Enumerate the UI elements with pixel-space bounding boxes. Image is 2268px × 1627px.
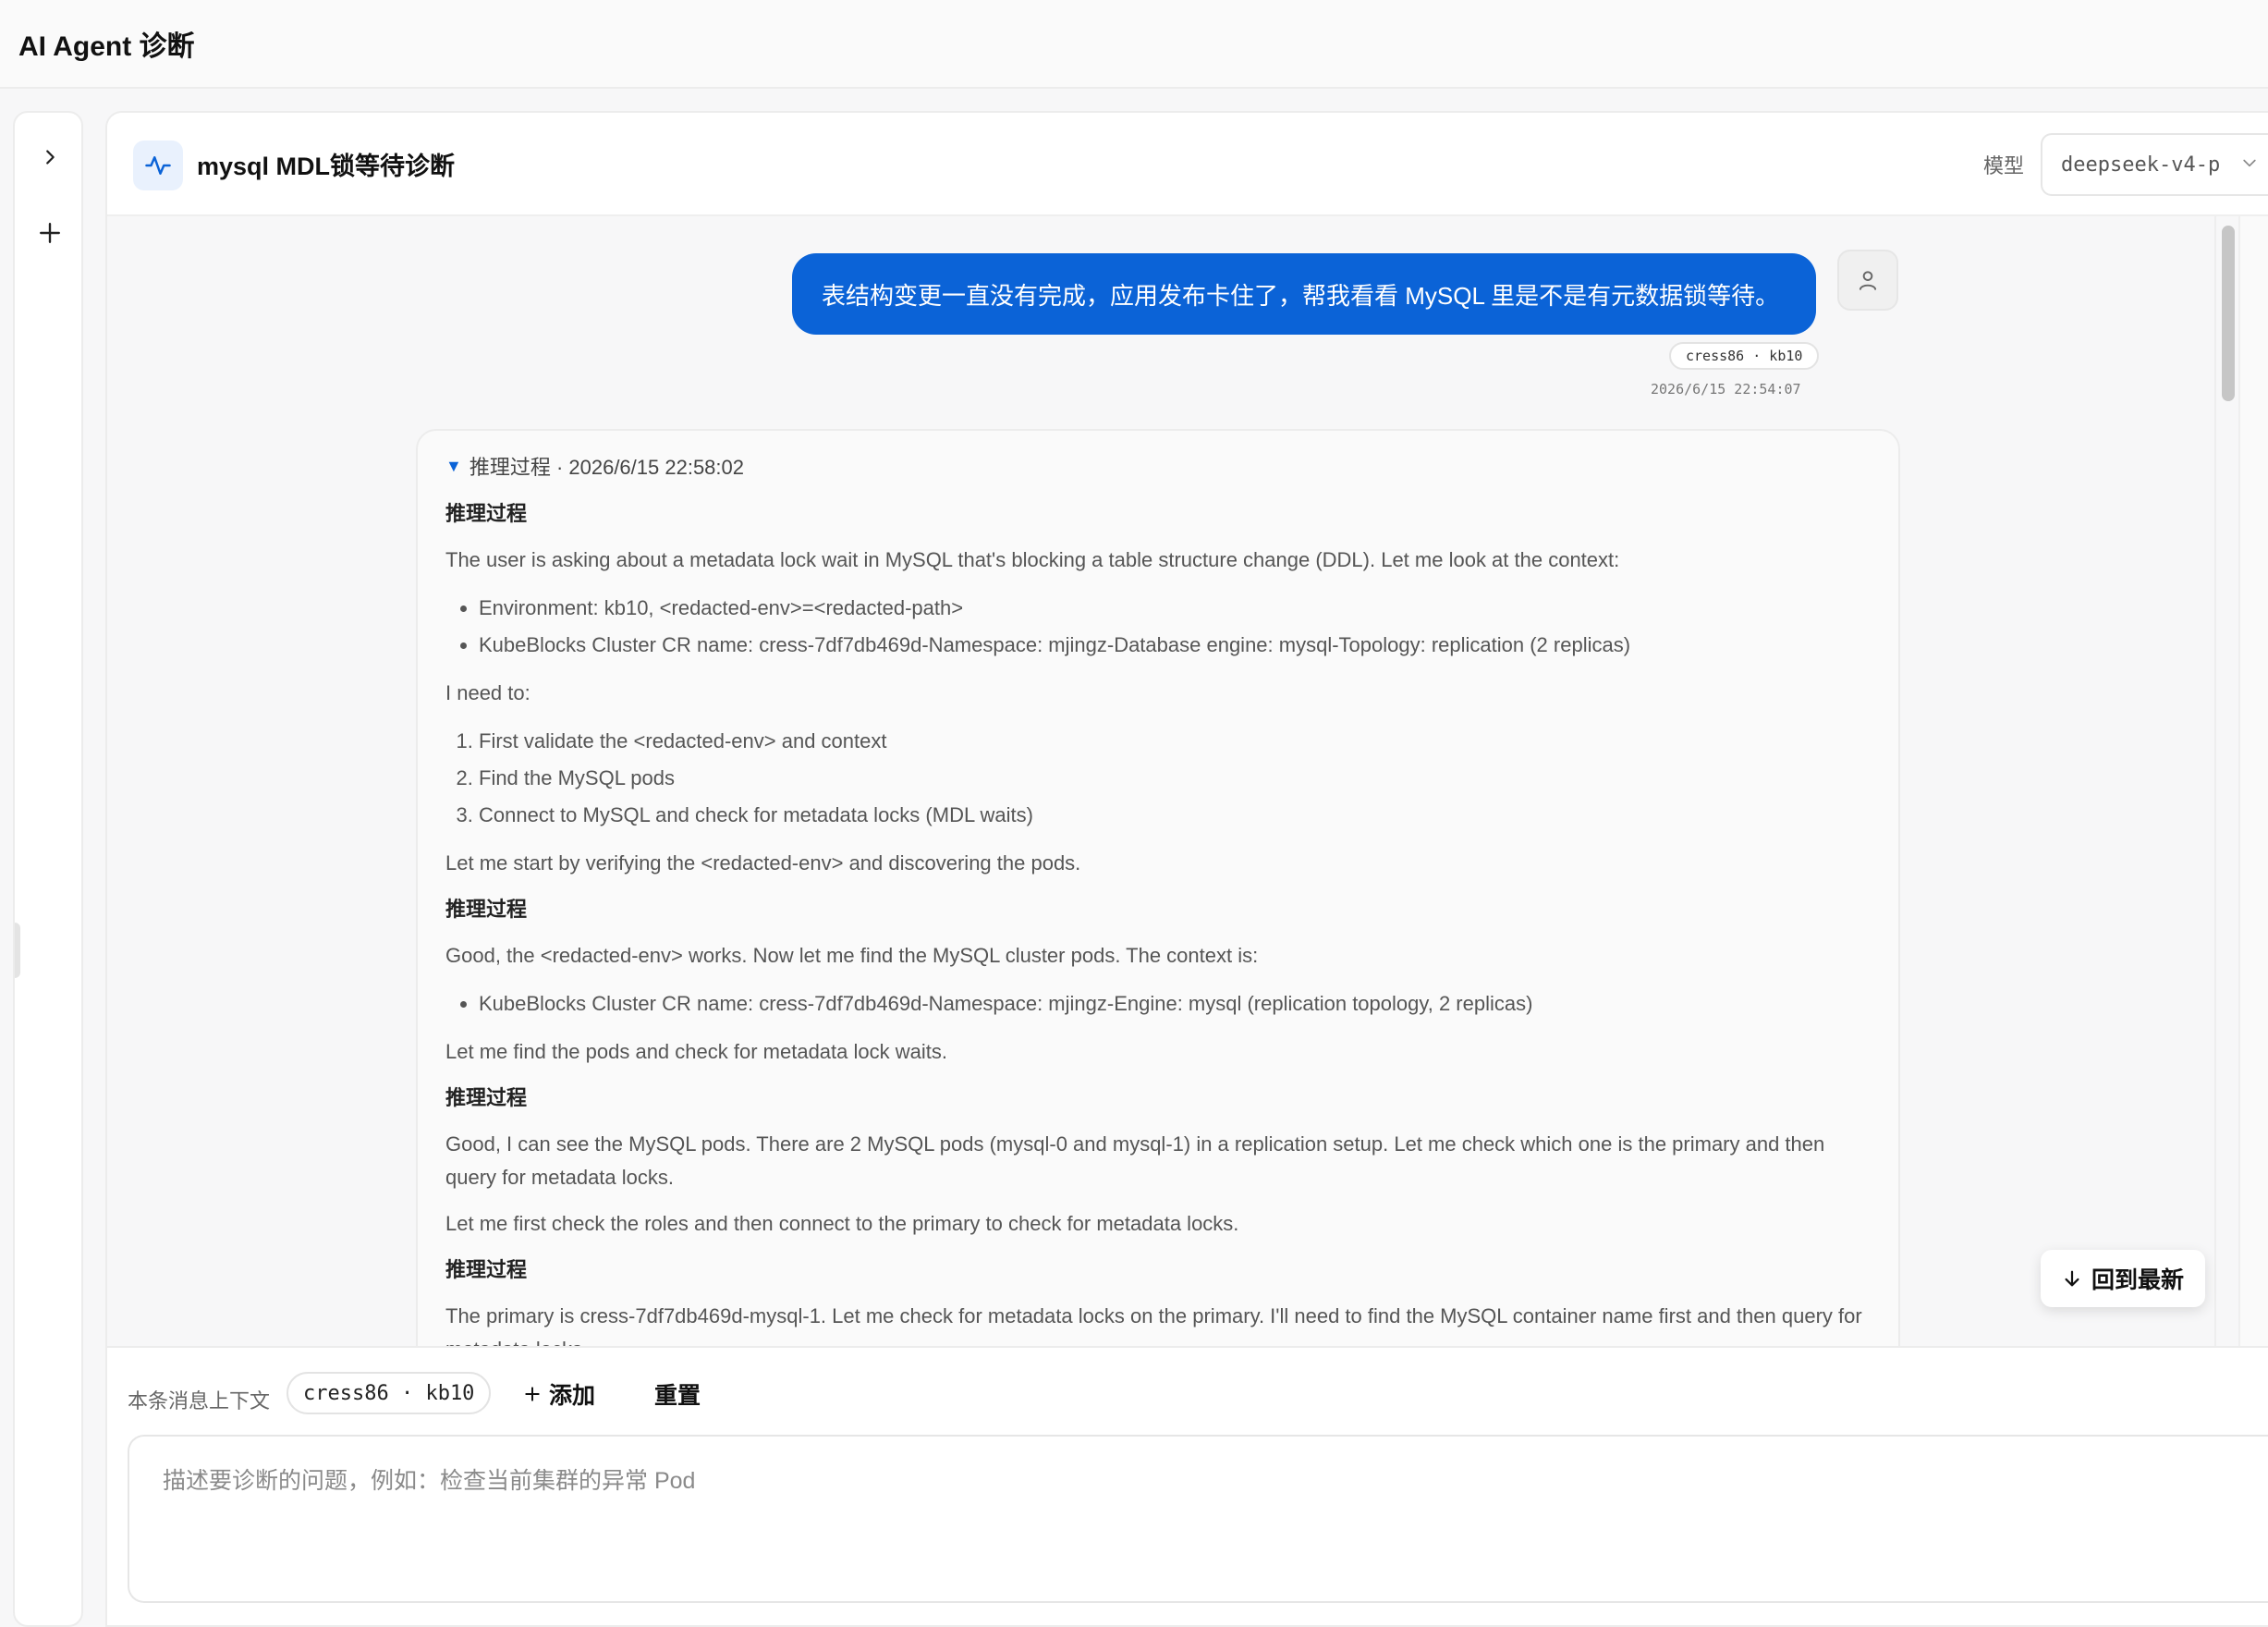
chat-scrollbar[interactable] <box>2214 216 2238 1346</box>
activity-pulse-icon <box>133 141 183 190</box>
diagnosis-input[interactable] <box>128 1435 2268 1603</box>
arrow-down-icon <box>2065 1270 2079 1287</box>
session-header: mysql MDL锁等待诊断 模型 deepseek-v4-p <box>107 113 2268 216</box>
chevron-right-icon <box>46 150 55 165</box>
app-title: AI Agent 诊断 <box>18 31 195 62</box>
reasoning-card: ▼ 推理过程 · 2026/6/15 22:58:02 推理过程 The use… <box>416 429 1900 1346</box>
model-value: deepseek-v4-p <box>2061 153 2221 177</box>
scrollbar-thumb[interactable] <box>2222 226 2235 401</box>
reasoning-paragraph: I need to: <box>445 681 530 704</box>
main-panel: mysql MDL锁等待诊断 模型 deepseek-v4-p 表结构变更一直没… <box>105 111 2268 1627</box>
context-label: 本条消息上下文 <box>128 1389 271 1413</box>
list-item: KubeBlocks Cluster CR name: cress-7df7db… <box>479 985 1871 1022</box>
caret-down-icon: ▼ <box>445 456 462 475</box>
reasoning-heading: 推理过程 <box>445 502 528 525</box>
top-bar: AI Agent 诊断 <box>0 0 2268 89</box>
reasoning-toggle[interactable]: ▼ 推理过程 · 2026/6/15 22:58:02 <box>445 451 1871 481</box>
model-label: 模型 <box>1983 154 2025 177</box>
chat-scroll-area[interactable]: 表结构变更一直没有完成，应用发布卡住了，帮我看看 MySQL 里是不是有元数据锁… <box>107 216 2214 1346</box>
right-panel-edge <box>2238 216 2268 1346</box>
list-item: First validate the <redacted-env> and co… <box>479 723 1871 760</box>
reasoning-heading: 推理过程 <box>445 898 528 921</box>
reasoning-paragraph: The user is asking about a metadata lock… <box>445 548 1620 571</box>
add-context-label: 添加 <box>549 1383 596 1409</box>
reasoning-paragraph: Let me start by verifying the <redacted-… <box>445 851 1081 875</box>
reasoning-bullets: KubeBlocks Cluster CR name: cress-7df7db… <box>479 985 1871 1022</box>
model-select[interactable]: deepseek-v4-p <box>2041 133 2268 196</box>
context-chip[interactable]: cress86 · kb10 <box>287 1372 492 1414</box>
new-session-button[interactable] <box>28 211 72 255</box>
reasoning-summary-label: 推理过程 · 2026/6/15 22:58:02 <box>469 456 745 479</box>
list-item: Find the MySQL pods <box>479 760 1871 797</box>
sidebar-resize-handle[interactable] <box>15 923 20 978</box>
reasoning-steps: First validate the <redacted-env> and co… <box>479 723 1871 834</box>
plus-icon <box>525 1387 540 1401</box>
expand-sidebar-button[interactable] <box>28 135 72 179</box>
user-icon <box>1859 271 1877 290</box>
message-timestamp: 2026/6/15 22:54:07 <box>1651 381 1801 398</box>
session-title: mysql MDL锁等待诊断 <box>197 153 456 180</box>
jump-to-latest-label: 回到最新 <box>2091 1267 2184 1293</box>
reset-context-button[interactable]: 重置 <box>654 1374 701 1414</box>
composer: 本条消息上下文 cress86 · kb10 添加 重置 <box>107 1346 2268 1625</box>
reasoning-paragraph: Good, I can see the MySQL pods. There ar… <box>445 1132 1825 1189</box>
plus-icon <box>40 223 60 243</box>
chevron-down-icon <box>2243 159 2256 167</box>
reasoning-bullets: Environment: kb10, <redacted-env>=<redac… <box>479 590 1871 664</box>
add-context-button[interactable]: 添加 <box>523 1374 595 1414</box>
message-context-chip: cress86 · kb10 <box>1669 342 1820 370</box>
user-avatar <box>1837 250 1898 311</box>
list-item: Environment: kb10, <redacted-env>=<redac… <box>479 590 1871 627</box>
reasoning-paragraph: Let me find the pods and check for metad… <box>445 1040 947 1063</box>
list-item: Connect to MySQL and check for metadata … <box>479 797 1871 834</box>
jump-to-latest-button[interactable]: 回到最新 <box>2041 1250 2205 1307</box>
list-item: KubeBlocks Cluster CR name: cress-7df7db… <box>479 627 1871 664</box>
reasoning-heading: 推理过程 <box>445 1086 528 1109</box>
user-message-text: 表结构变更一直没有完成，应用发布卡住了，帮我看看 MySQL 里是不是有元数据锁… <box>822 281 1780 310</box>
reasoning-heading: 推理过程 <box>445 1258 528 1281</box>
reasoning-paragraph: The primary is cress-7df7db469d-mysql-1.… <box>445 1304 1862 1346</box>
reasoning-paragraph: Let me first check the roles and then co… <box>445 1212 1239 1235</box>
user-message-bubble: 表结构变更一直没有完成，应用发布卡住了，帮我看看 MySQL 里是不是有元数据锁… <box>792 253 1816 335</box>
sidebar <box>13 111 83 1627</box>
reasoning-paragraph: Good, the <redacted-env> works. Now let … <box>445 944 1259 967</box>
